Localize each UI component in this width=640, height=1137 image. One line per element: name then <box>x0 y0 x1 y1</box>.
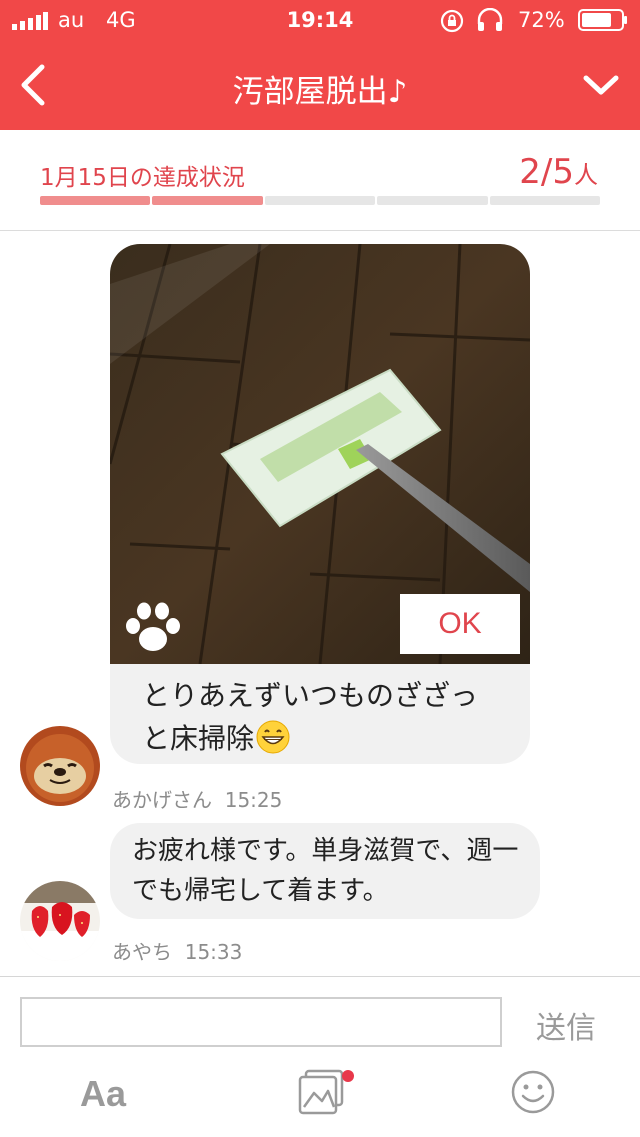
photo-post-card[interactable]: OK とりあえずいつものざざっと床掃除 <box>110 244 530 764</box>
post-time: 15:25 <box>224 788 283 812</box>
composer: 送信 Aa <box>0 976 640 1137</box>
chat-area[interactable]: OK とりあえずいつものざざっと床掃除 あかげさん 15:25 お疲れ様です。単… <box>0 231 640 975</box>
battery-percent: 72% <box>518 8 565 32</box>
grinning-face-icon <box>256 720 290 754</box>
progress-count-value: 2/5 <box>519 152 574 192</box>
avatar-ayachi[interactable] <box>20 881 100 961</box>
post-text: とりあえずいつものざざっと床掃除 <box>142 674 502 760</box>
reply-bubble[interactable]: お疲れ様です。単身滋賀で、週一でも帰宅して着ます。 <box>110 823 540 919</box>
progress-count: 2/5人 <box>519 152 598 192</box>
top-bar: au 4G 19:14 72% 汚部屋脱出♪ <box>0 0 640 130</box>
progress-segment <box>377 196 488 205</box>
status-bar: au 4G 19:14 72% <box>0 0 640 40</box>
reply-meta: あやち 15:33 <box>112 936 242 965</box>
reply-time: 15:33 <box>184 940 243 964</box>
post-author: あかげさん <box>112 788 212 812</box>
headphones-icon <box>477 8 503 31</box>
progress-label: 1月15日の達成状況 <box>40 165 245 191</box>
progress-bar <box>40 196 601 205</box>
image-icon[interactable] <box>298 1069 360 1117</box>
rotation-lock-icon <box>440 9 464 33</box>
chevron-down-icon[interactable] <box>582 70 620 100</box>
progress-segment <box>489 196 601 205</box>
reply-author: あやち <box>112 940 172 964</box>
paw-icon[interactable] <box>122 599 184 657</box>
font-style-icon[interactable]: Aa <box>80 1073 126 1115</box>
battery-icon <box>578 9 627 31</box>
progress-header: 1月15日の達成状況 2/5人 <box>0 130 640 231</box>
post-meta: あかげさん 15:25 <box>112 784 282 813</box>
page-title: 汚部屋脱出♪ <box>232 74 408 110</box>
post-text-body: とりあえずいつものざざっと床掃除 <box>142 679 479 755</box>
progress-segment <box>264 196 376 205</box>
progress-segment <box>40 196 151 205</box>
send-button[interactable]: 送信 <box>536 1003 596 1047</box>
progress-segment <box>152 196 263 205</box>
avatar-akage[interactable] <box>20 726 100 806</box>
smile-icon[interactable] <box>510 1069 556 1115</box>
ok-button[interactable]: OK <box>400 594 520 654</box>
progress-count-unit: 人 <box>574 161 598 189</box>
reply-text: お疲れ様です。単身滋賀で、週一でも帰宅して着ます。 <box>132 836 519 906</box>
message-input[interactable] <box>20 997 502 1047</box>
